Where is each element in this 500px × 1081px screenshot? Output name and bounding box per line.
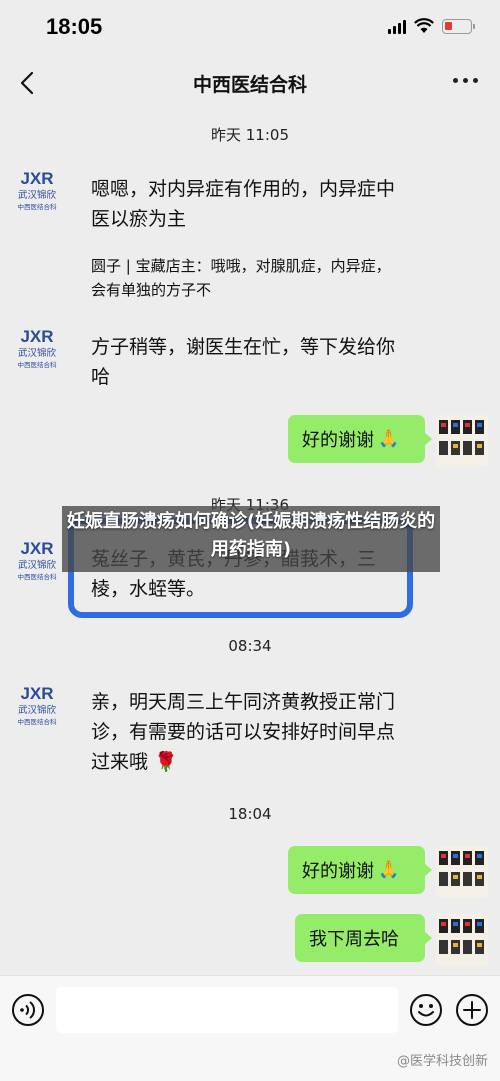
nav-bar: 中西医结合科 [0,58,500,108]
plus-icon[interactable] [454,992,490,1028]
message-text: 嗯嗯，对内异症有作用的，内异症中医以瘀为主 [91,178,396,230]
logo-text: JXR [20,169,53,188]
message-text: 方子稍等，谢医生在忙，等下发给你哈 [91,336,396,388]
svg-text:武汉锦欣: 武汉锦欣 [18,559,57,571]
praying-hands-emoji: 🙏 [378,860,400,880]
rose-emoji: 🌹 [154,751,178,773]
article-title: 妊娠直肠溃疡如何确诊(妊娠期溃疡性结肠炎的用药指南) [66,511,436,560]
svg-text:武汉锦欣: 武汉锦欣 [18,347,57,359]
message-input[interactable] [56,987,398,1033]
sent-message-bubble[interactable]: 好的谢谢 🙏 [288,846,432,894]
status-time: 18:05 [46,14,103,39]
sent-message-text: 我下周去哈 [309,929,399,950]
more-dots-icon[interactable] [453,78,478,83]
timestamp: 18:04 [228,805,272,823]
clinic-avatar[interactable]: JXR 武汉锦欣 中西医结合科 [12,534,62,584]
voice-icon[interactable] [10,992,46,1028]
sent-message-text: 好的谢谢 [302,430,374,451]
sent-message-text: 好的谢谢 [302,861,374,882]
timestamp: 08:34 [228,637,272,655]
svg-text:中西医结合科: 中西医结合科 [18,360,58,369]
emoji-icon[interactable] [408,992,444,1028]
user-avatar[interactable] [436,914,488,966]
status-icons [388,18,475,34]
logo-name: 武汉锦欣 [18,189,57,201]
signal-icon [388,18,406,34]
clinic-avatar[interactable]: JXR 武汉锦欣 中西医结合科 [12,164,62,214]
logo-subname: 中西医结合科 [18,202,58,211]
user-avatar[interactable] [436,415,488,467]
input-bar: @医学科技创新 [0,975,500,1081]
message-text-body: 亲，明天周三上午同济黄教授正常门诊，有需要的话可以安排好时间早点过来哦 [91,691,396,773]
praying-hands-emoji: 🙏 [378,429,400,449]
clinic-avatar[interactable]: JXR 武汉锦欣 中西医结合科 [12,322,62,372]
timestamp: 昨天 11:05 [211,126,289,144]
svg-text:JXR: JXR [20,684,53,703]
svg-text:武汉锦欣: 武汉锦欣 [18,704,57,716]
svg-text:JXR: JXR [20,327,53,346]
quoted-message: 圆子 | 宝藏店主：哦哦，对腺肌症，内异症，会有单独的方子不 [91,257,391,299]
wifi-icon [414,18,434,33]
svg-text:JXR: JXR [20,539,53,558]
chat-title: 中西医结合科 [192,74,307,96]
clinic-avatar[interactable]: JXR 武汉锦欣 中西医结合科 [12,679,62,729]
svg-text:中西医结合科: 中西医结合科 [18,717,58,726]
message-text: 亲，明天周三上午同济黄教授正常门诊，有需要的话可以安排好时间早点过来哦 🌹 [91,687,411,777]
battery-icon [442,18,475,34]
svg-text:中西医结合科: 中西医结合科 [18,572,58,581]
user-avatar[interactable] [436,846,488,898]
watermark: @医学科技创新 [396,1054,488,1069]
sent-message-bubble[interactable]: 我下周去哈 [295,914,432,962]
status-bar: 18:05 [0,0,500,58]
sent-message-bubble[interactable]: 好的谢谢 🙏 [288,415,432,463]
